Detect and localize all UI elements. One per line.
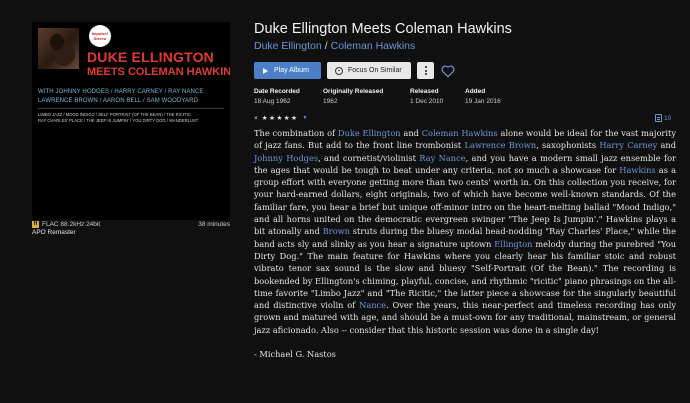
rating-widget[interactable]: × ★ ★ ★ ★ ★ ▼ <box>254 114 307 123</box>
album-review: The combination of Duke Ellington and Co… <box>254 128 677 360</box>
target-icon <box>335 66 343 75</box>
review-link[interactable]: Duke Ellington <box>338 128 401 138</box>
cover-tracks-line-2: RAY CHARLES' PLACE / THE JEEP IS JUMPIN'… <box>38 118 199 123</box>
version-label[interactable]: APO Remaster <box>32 229 76 236</box>
meta-added: Added 19 Jan 2016 <box>465 88 501 105</box>
heart-icon[interactable] <box>440 63 456 79</box>
rating-dropdown-icon[interactable]: ▼ <box>302 115 307 121</box>
focus-on-similar-label: Focus On Similar <box>348 67 402 74</box>
play-album-button[interactable]: Play Album <box>254 62 321 79</box>
hires-icon: H <box>32 220 39 228</box>
star-icon[interactable]: ★ <box>291 114 297 122</box>
meta-released: Released 1 Dec 2010 <box>410 88 444 105</box>
more-options-button[interactable] <box>417 62 434 79</box>
artist-link-ellington[interactable]: Duke Ellington <box>254 40 322 52</box>
album-metadata: Date Recorded 18 Aug 1962 Originally Rel… <box>254 88 535 105</box>
play-icon <box>263 67 268 74</box>
cover-label-badge: Impulse! Stereo <box>89 25 111 47</box>
star-icon[interactable]: ★ <box>262 114 268 122</box>
review-link[interactable]: Brown <box>323 226 350 236</box>
format-text: FLAC 88.2kHz 24bit <box>42 220 101 228</box>
cover-tracks-line-1: LIMBO JAZZ / MOOD INDIGO / SELF PORTRAIT… <box>38 112 191 117</box>
star-icon[interactable]: ★ <box>284 114 290 122</box>
cover-title-line-2: MEETS COLEMAN HAWKINS <box>87 66 230 78</box>
cover-photo <box>38 28 79 69</box>
duration-text: 38 minutes <box>198 220 230 228</box>
meta-date-recorded: Date Recorded 18 Aug 1962 <box>254 88 300 105</box>
review-link[interactable]: Ellington <box>494 239 532 249</box>
review-author: - Michael G. Nastos <box>254 349 336 360</box>
review-link[interactable]: Nance <box>359 300 386 310</box>
album-cover[interactable]: Impulse! Stereo DUKE ELLINGTON MEETS COL… <box>32 22 230 220</box>
review-link[interactable]: Hawkins <box>619 165 655 175</box>
meta-originally-released: Originally Released 1962 <box>323 88 384 105</box>
cover-divider <box>38 108 224 109</box>
album-title: Duke Ellington Meets Coleman Hawkins <box>254 21 512 37</box>
review-link[interactable]: Johnny Hodges <box>254 153 318 163</box>
artist-link-hawkins[interactable]: Coleman Hawkins <box>331 40 416 52</box>
booklet-icon <box>655 114 662 122</box>
booklet-count: 10 <box>664 114 672 122</box>
review-link[interactable]: Coleman Hawkins <box>422 128 498 138</box>
cover-personnel-line-2: LAWRENCE BROWN / AARON BELL / SAM WOODYA… <box>38 98 199 104</box>
clear-rating-icon[interactable]: × <box>254 115 258 122</box>
artist-links: Duke Ellington / Coleman Hawkins <box>254 40 415 52</box>
review-link[interactable]: Lawrence Brown <box>464 140 536 150</box>
action-bar: Play Album Focus On Similar <box>254 62 456 79</box>
booklet-button[interactable]: 10 <box>655 114 671 122</box>
cover-title-line-1: DUKE ELLINGTON <box>87 49 214 65</box>
review-link[interactable]: Ray Nance <box>419 153 465 163</box>
review-link[interactable]: Harry Carney <box>599 140 657 150</box>
cover-personnel-line-1: WITH JOHNNY HODGES / HARRY CARNEY / RAY … <box>38 89 204 95</box>
focus-on-similar-button[interactable]: Focus On Similar <box>327 62 411 79</box>
star-icon[interactable]: ★ <box>276 114 282 122</box>
artist-separator: / <box>324 40 328 52</box>
play-album-label: Play Album <box>274 67 310 74</box>
more-icon <box>424 66 427 68</box>
star-icon[interactable]: ★ <box>269 114 275 122</box>
